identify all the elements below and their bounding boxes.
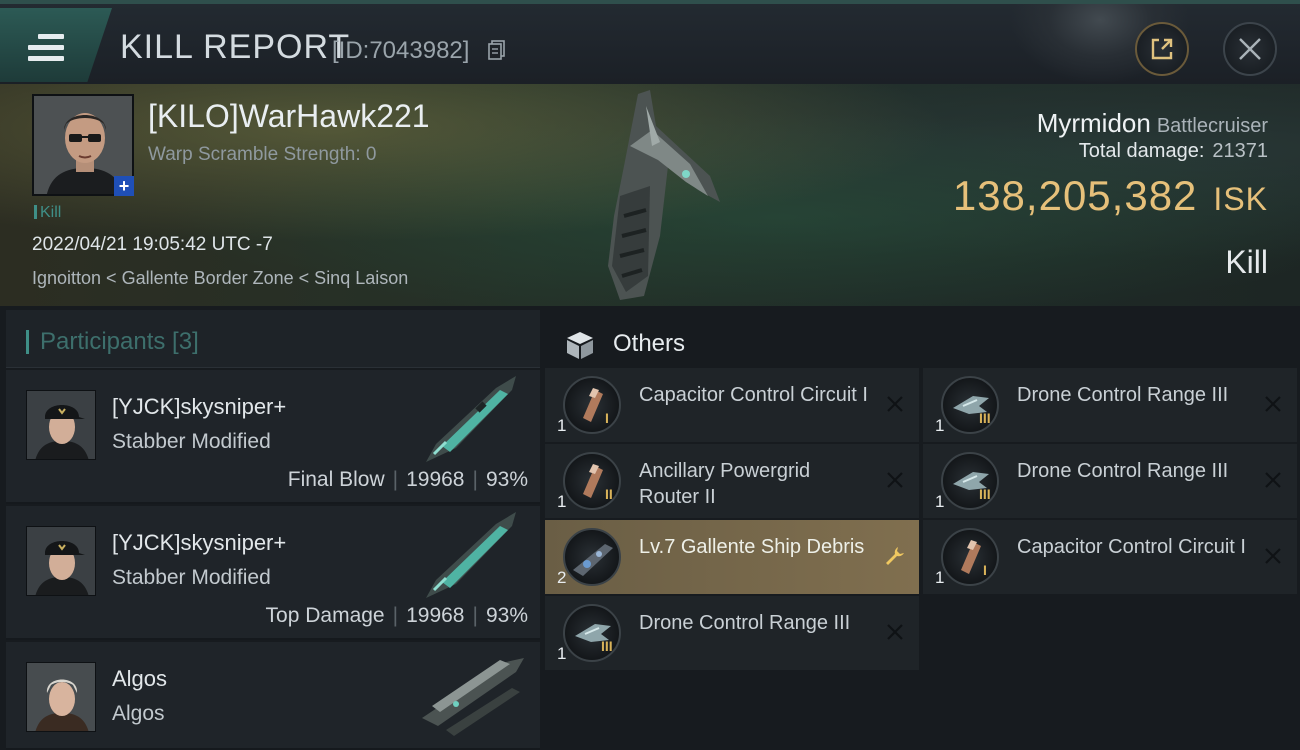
participant-ship: Stabber Modified <box>112 430 271 453</box>
participant-percent: 93% <box>485 468 528 491</box>
participant-ship: Stabber Modified <box>112 566 271 589</box>
item-row[interactable]: 2 Lv.7 Gallente Ship Debris <box>545 520 919 594</box>
participants-panel: Participants [3] [YJCK]skysniper+ Stabbe… <box>0 306 545 750</box>
participant-ship: Algos <box>112 702 165 725</box>
kill-location[interactable]: Ignoitton < Gallente Border Zone < Sinq … <box>32 268 408 289</box>
item-quantity: 1 <box>557 492 567 511</box>
item-name: Drone Control Range III <box>639 612 851 634</box>
item-tier: III <box>979 410 991 426</box>
menu-icon <box>28 34 64 62</box>
menu-button[interactable] <box>0 8 112 82</box>
weapon-icon <box>426 512 516 598</box>
item-quantity: 1 <box>935 568 945 587</box>
ship-icon <box>422 658 524 736</box>
add-contact-button[interactable]: + <box>114 176 134 196</box>
kill-tag: Kill <box>34 204 61 222</box>
item-quantity: 1 <box>935 416 945 435</box>
destroyed-icon <box>1265 472 1281 488</box>
total-damage-value: 21371 <box>1212 140 1268 162</box>
participant-row[interactable]: Algos Algos <box>6 642 540 750</box>
participant-percent: 93% <box>485 604 528 627</box>
item-quantity: 1 <box>935 492 945 511</box>
avatar[interactable] <box>26 526 96 596</box>
total-damage: Total damage: 21371 <box>1079 140 1268 163</box>
close-button[interactable] <box>1223 22 1277 76</box>
item-row[interactable]: 1 III Drone Control Range III <box>923 444 1297 518</box>
capacitor-icon <box>563 376 621 434</box>
kill-datetime: 2022/04/21 19:05:42 UTC -7 <box>32 234 273 255</box>
item-quantity: 1 <box>557 644 567 663</box>
item-row[interactable]: 1 III Drone Control Range III <box>545 596 919 670</box>
participant-row[interactable]: [YJCK]skysniper+ Stabber Modified Top Da… <box>6 506 540 640</box>
destroyed-icon <box>887 396 903 412</box>
isk-amount: 138,205,382 <box>952 172 1198 219</box>
item-name: Capacitor Control Circuit I <box>639 384 868 406</box>
item-tier: I <box>983 562 987 578</box>
participant-stats: Final Blow | 19968 | 93% <box>287 468 528 491</box>
share-icon <box>1151 38 1173 60</box>
item-tier: III <box>601 638 613 654</box>
item-name: Drone Control Range III <box>1017 460 1229 482</box>
participant-damage: 19968 <box>406 604 465 627</box>
destroyed-icon <box>887 472 903 488</box>
warp-scramble-strength: Warp Scramble Strength: 0 <box>148 144 377 165</box>
participant-name[interactable]: [YJCK]skysniper+ <box>112 394 286 420</box>
destroyed-icon <box>1265 396 1281 412</box>
item-name: Lv.7 Gallente Ship Debris <box>639 536 865 558</box>
participant-stats: Top Damage | 19968 | 93% <box>265 604 528 627</box>
item-tier: II <box>605 486 613 502</box>
item-tier: I <box>605 410 609 426</box>
participant-name[interactable]: [YJCK]skysniper+ <box>112 530 286 556</box>
participant-name[interactable]: Algos <box>112 666 167 692</box>
participant-row[interactable]: [YJCK]skysniper+ Stabber Modified Final … <box>6 370 540 504</box>
item-tier: III <box>979 486 991 502</box>
avatar[interactable] <box>26 390 96 460</box>
victim-summary: + [KILO]WarHawk221 Warp Scramble Strengt… <box>0 84 1300 306</box>
copy-icon[interactable] <box>488 40 506 60</box>
victim-name[interactable]: [KILO]WarHawk221 <box>148 98 430 135</box>
participant-role: Final Blow <box>287 468 385 491</box>
item-row[interactable]: 1 I Capacitor Control Circuit I <box>923 520 1297 594</box>
close-icon <box>1239 38 1261 60</box>
participants-title: Participants [3] <box>40 328 199 355</box>
debris-icon <box>563 528 621 586</box>
destroyed-icon <box>1265 548 1281 564</box>
capacitor-icon <box>941 528 999 586</box>
result-label: Kill <box>1225 244 1268 280</box>
destroyed-icon <box>887 624 903 640</box>
page-title: KILL REPORT <box>120 28 351 66</box>
weapon-icon <box>426 376 516 462</box>
total-damage-label: Total damage: <box>1078 140 1205 162</box>
others-panel: Others 1 I Capacitor Control Circuit I 1… <box>545 306 1300 750</box>
box-icon <box>567 332 593 359</box>
wrench-icon[interactable] <box>883 544 907 568</box>
share-button[interactable] <box>1135 22 1189 76</box>
participant-damage: 19968 <box>406 468 465 491</box>
ship-class: Battlecruiser <box>1156 115 1268 137</box>
item-row[interactable]: 1 I Capacitor Control Circuit I <box>545 368 919 442</box>
isk-unit: ISK <box>1213 181 1268 217</box>
item-row[interactable]: 1 II Ancillary Powergrid Router II <box>545 444 919 518</box>
top-bar: KILL REPORT [ID:7043982] <box>0 0 1300 84</box>
victim-ship-line: Myrmidon Battlecruiser <box>1037 108 1268 139</box>
participant-role: Top Damage <box>265 604 385 627</box>
item-row[interactable]: 1 III Drone Control Range III <box>923 368 1297 442</box>
victim-ship-image[interactable] <box>590 86 740 302</box>
report-id: [ID:7043982] <box>332 37 470 64</box>
item-name: Capacitor Control Circuit I <box>1017 536 1246 558</box>
item-name: Drone Control Range III <box>1017 384 1229 406</box>
others-header: Others <box>545 310 1300 368</box>
others-title: Others <box>613 330 686 357</box>
item-quantity: 1 <box>557 416 567 435</box>
ship-name[interactable]: Myrmidon <box>1037 108 1151 138</box>
item-name: Ancillary Powergrid Router II <box>639 460 811 508</box>
avatar[interactable] <box>26 662 96 732</box>
participants-header: Participants [3] <box>6 310 540 368</box>
item-quantity: 2 <box>557 568 567 587</box>
isk-value: 138,205,382 ISK <box>953 172 1268 220</box>
